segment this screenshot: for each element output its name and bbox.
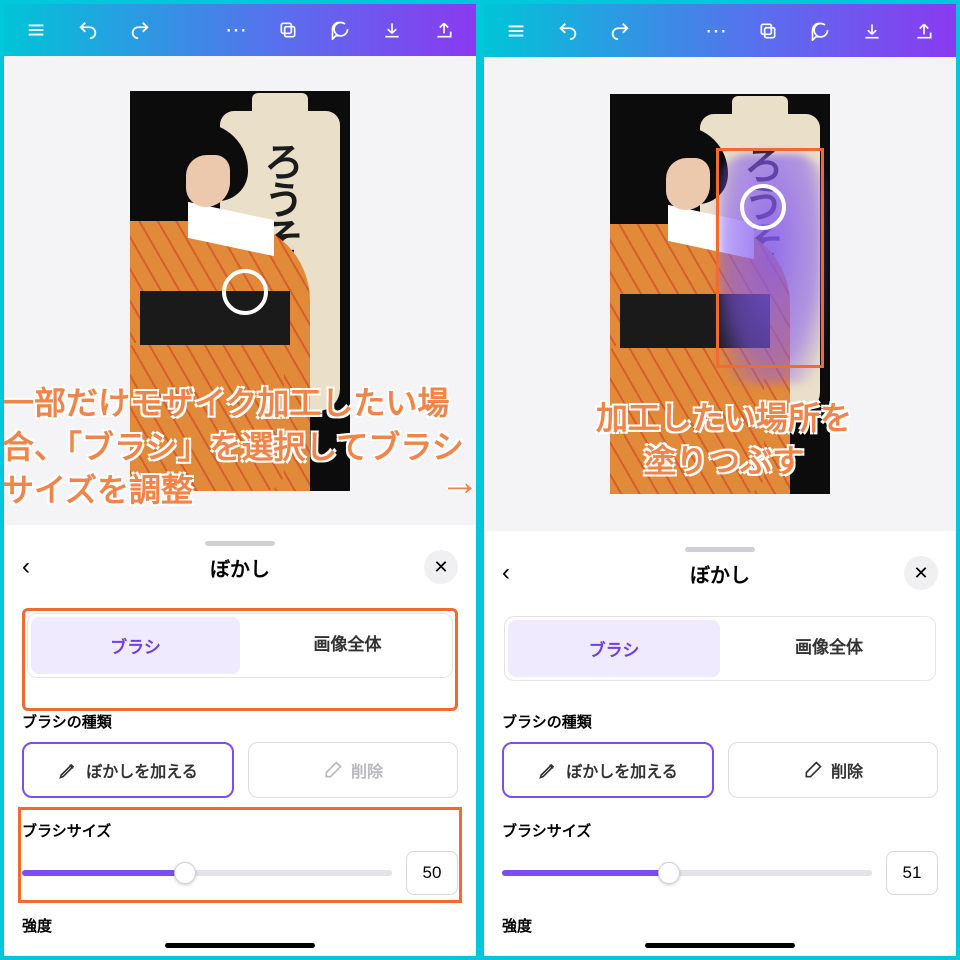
panel-handle[interactable] [205,541,275,546]
back-button[interactable]: ‹ [22,553,56,581]
download-icon[interactable] [848,7,896,55]
tab-whole-image[interactable]: 画像全体 [243,614,452,677]
brush-size-slider[interactable]: 51 [502,851,938,895]
mode-tabs: ブラシ 画像全体 [27,613,453,678]
pencil-icon [58,760,78,780]
tab-brush[interactable]: ブラシ [508,620,720,677]
redo-icon[interactable] [116,6,164,54]
eraser-icon [323,760,343,780]
canvas-area[interactable]: ろうそく 加工したい場所を 塗りつぶす [484,57,956,531]
close-button[interactable]: ✕ [424,550,458,584]
mode-tabs: ブラシ 画像全体 [504,616,936,681]
screen-left: ⋯ ろうそく 一部だけモザイク加工したい場合、「ブラシ」を選択してブラシサイズを… [4,4,476,956]
canvas-area[interactable]: ろうそく 一部だけモザイク加工したい場合、「ブラシ」を選択してブラシサイズを調整… [4,56,476,525]
annotation-right: 加工したい場所を 塗りつぶす [544,397,904,483]
undo-icon[interactable] [64,6,112,54]
paint-highlight [716,148,824,368]
pencil-icon [538,760,558,780]
undo-icon[interactable] [544,7,592,55]
arrow-icon: → [440,460,476,505]
home-indicator [165,943,315,948]
tab-brush[interactable]: ブラシ [31,617,240,674]
annotation-left: 一部だけモザイク加工したい場合、「ブラシ」を選択してブラシサイズを調整 [4,382,470,512]
tool-add-blur[interactable]: ぼかしを加える [502,742,714,798]
panel-handle[interactable] [685,547,755,552]
brush-type-label: ブラシの種類 [502,711,938,732]
tool-erase[interactable]: 削除 [248,742,458,798]
tool-add-blur[interactable]: ぼかしを加える [22,742,234,798]
tool-add-label: ぼかしを加える [566,758,678,782]
close-button[interactable]: ✕ [904,556,938,590]
brush-type-label: ブラシの種類 [22,711,458,732]
app-toolbar: ⋯ [484,4,956,57]
brush-size-slider[interactable]: 50 [22,851,458,895]
brush-size-value[interactable]: 51 [886,851,938,895]
tool-add-label: ぼかしを加える [86,758,198,782]
panel-title: ぼかし [690,559,750,588]
share-icon[interactable] [900,7,948,55]
menu-icon[interactable] [12,6,60,54]
back-button[interactable]: ‹ [502,559,536,587]
brush-cursor [222,269,268,315]
blur-panel: ‹ ぼかし ✕ ブラシ 画像全体 ブラシの種類 ぼかしを加える 削除 ブラシサイ… [4,525,476,956]
tool-erase-label: 削除 [351,758,383,782]
slider-track[interactable] [22,870,392,876]
panel-title: ぼかし [210,553,270,582]
slider-thumb[interactable] [174,862,196,884]
redo-icon[interactable] [596,7,644,55]
tool-erase-label: 削除 [831,758,863,782]
eraser-icon [803,760,823,780]
tab-whole-image[interactable]: 画像全体 [723,617,935,680]
home-indicator [645,943,795,948]
slider-thumb[interactable] [658,862,680,884]
download-icon[interactable] [368,6,416,54]
app-toolbar: ⋯ [4,4,476,56]
more-icon[interactable]: ⋯ [212,6,260,54]
slider-fill [502,870,669,876]
comment-icon[interactable] [796,7,844,55]
blur-panel: ‹ ぼかし ✕ ブラシ 画像全体 ブラシの種類 ぼかしを加える 削除 ブラシサイ… [484,531,956,956]
brush-size-label: ブラシサイズ [502,820,938,841]
tool-erase[interactable]: 削除 [728,742,938,798]
brush-size-value[interactable]: 50 [406,851,458,895]
intensity-label: 強度 [502,915,938,936]
share-icon[interactable] [420,6,468,54]
copy-icon[interactable] [264,6,312,54]
tab-highlight: ブラシ 画像全体 [22,608,458,711]
screen-right: ⋯ ろうそく 加工したい場所を 塗りつぶす ‹ ぼかし ✕ [484,4,956,956]
more-icon[interactable]: ⋯ [692,7,740,55]
intensity-label: 強度 [22,915,458,936]
slider-fill [22,870,185,876]
slider-track[interactable] [502,870,872,876]
copy-icon[interactable] [744,7,792,55]
comment-icon[interactable] [316,6,364,54]
menu-icon[interactable] [492,7,540,55]
